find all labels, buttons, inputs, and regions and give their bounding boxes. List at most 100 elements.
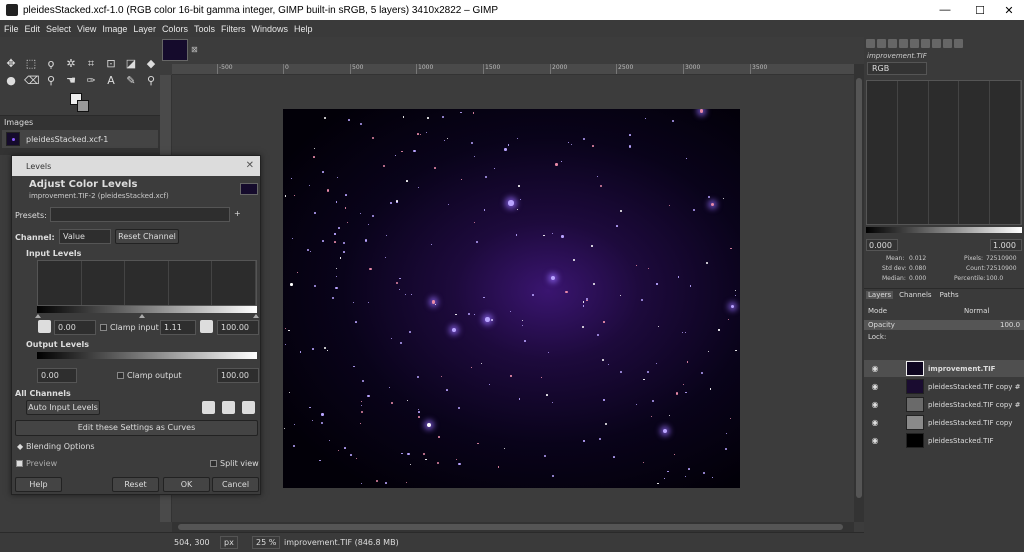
pick-black-point-icon[interactable]	[38, 320, 51, 333]
input-low-handle[interactable]	[35, 314, 41, 318]
histogram-channel-select[interactable]: RGB	[867, 62, 927, 75]
horizontal-scrollbar[interactable]	[172, 522, 854, 532]
opacity-slider[interactable]: Opacity 100.0	[864, 320, 1024, 330]
rect-select-tool-icon[interactable]: ⬚	[24, 57, 38, 71]
clone-tool-icon[interactable]: ⚲	[44, 74, 58, 88]
visibility-eye-icon[interactable]: ◉	[868, 364, 882, 373]
move-tool-icon[interactable]: ✥	[4, 57, 18, 71]
auto-input-levels-button[interactable]: Auto Input Levels	[26, 400, 100, 415]
visibility-eye-icon[interactable]: ◉	[868, 436, 882, 445]
pick-black-all-icon[interactable]	[202, 401, 215, 414]
vertical-scrollbar[interactable]	[854, 64, 864, 522]
menu-tools[interactable]: Tools	[194, 24, 215, 34]
menu-edit[interactable]: Edit	[25, 24, 41, 34]
horizontal-scrollbar-thumb[interactable]	[178, 524, 843, 530]
edit-as-curves-button[interactable]: Edit these Settings as Curves	[15, 420, 258, 436]
brushes-tab-icon[interactable]	[910, 39, 919, 48]
maximize-button[interactable]: ☐	[965, 0, 995, 20]
image-list-item[interactable]: pleidesStacked.xcf-1	[2, 130, 158, 148]
mode-select[interactable]: Normal	[964, 307, 989, 315]
transform-tool-icon[interactable]: ⊡	[104, 57, 118, 71]
layer-row[interactable]: ◉ improvement.TIF	[864, 360, 1024, 377]
pick-white-all-icon[interactable]	[242, 401, 255, 414]
menu-view[interactable]: View	[77, 24, 96, 34]
clamp-input-checkbox[interactable]	[100, 324, 107, 331]
pick-gray-all-icon[interactable]	[222, 401, 235, 414]
help-button[interactable]: Help	[15, 477, 62, 492]
blending-options-label[interactable]: Blending Options	[26, 442, 95, 451]
zoom-tool-icon[interactable]: ⚲	[144, 74, 158, 88]
tab-paths[interactable]: Paths	[938, 291, 961, 299]
paintbrush-tool-icon[interactable]: ●	[4, 74, 18, 88]
undo-history-tab-icon[interactable]	[888, 39, 897, 48]
image-tab[interactable]	[162, 39, 188, 61]
gamma-field[interactable]: 1.11	[160, 320, 196, 335]
color-picker-tool-icon[interactable]: ✎	[124, 74, 138, 88]
fonts-tab-icon[interactable]	[932, 39, 941, 48]
ok-button[interactable]: OK	[163, 477, 210, 492]
input-gamma-handle[interactable]	[139, 314, 145, 318]
menu-filters[interactable]: Filters	[221, 24, 246, 34]
minimize-button[interactable]: —	[930, 0, 960, 20]
menu-help[interactable]: Help	[294, 24, 313, 34]
histogram-low-input[interactable]: 0.000	[866, 239, 898, 251]
layer-row[interactable]: ◉ pleidesStacked.TIF	[864, 432, 1024, 449]
input-high-handle[interactable]	[253, 314, 259, 318]
paths-tool-icon[interactable]: ✑	[84, 74, 98, 88]
crop-tool-icon[interactable]: ⌗	[84, 57, 98, 71]
cancel-button[interactable]: Cancel	[212, 477, 259, 492]
input-low-field[interactable]: 0.00	[54, 320, 96, 335]
tab-channels[interactable]: Channels	[897, 291, 933, 299]
vertical-scrollbar-thumb[interactable]	[856, 78, 862, 498]
device-status-tab-icon[interactable]	[877, 39, 886, 48]
split-view-checkbox[interactable]	[210, 460, 217, 467]
menu-select[interactable]: Select	[46, 24, 71, 34]
image-tab-close-icon[interactable]: ⊠	[191, 45, 198, 54]
images-tab[interactable]: Images	[4, 118, 33, 128]
smudge-tool-icon[interactable]: ☚	[64, 74, 78, 88]
presets-select[interactable]	[50, 207, 230, 222]
pick-white-point-icon[interactable]	[200, 320, 213, 333]
unit-select[interactable]: px	[220, 536, 238, 549]
text-tool-icon[interactable]: A	[104, 74, 118, 88]
blending-options-toggle-icon[interactable]: ◆	[17, 442, 23, 451]
fuzzy-select-tool-icon[interactable]: ✲	[64, 57, 78, 71]
visibility-eye-icon[interactable]: ◉	[868, 400, 882, 409]
tab-layers[interactable]: Layers	[866, 291, 894, 299]
layer-row[interactable]: ◉ pleidesStacked.TIF copy #	[864, 378, 1024, 395]
reset-channel-button[interactable]: Reset Channel	[115, 229, 179, 244]
close-window-button[interactable]: ✕	[994, 0, 1024, 20]
menu-colors[interactable]: Colors	[162, 24, 188, 34]
output-high-field[interactable]: 100.00	[217, 368, 259, 383]
pleiades-image[interactable]	[283, 109, 740, 488]
lasso-tool-icon[interactable]: ϙ	[44, 57, 58, 71]
clamp-output-checkbox[interactable]	[117, 372, 124, 379]
menu-layer[interactable]: Layer	[133, 24, 156, 34]
background-color-swatch[interactable]	[77, 100, 89, 112]
visibility-eye-icon[interactable]: ◉	[868, 382, 882, 391]
add-preset-icon[interactable]: +	[234, 209, 241, 218]
reset-button[interactable]: Reset	[112, 477, 159, 492]
images-tab-icon[interactable]	[899, 39, 908, 48]
menu-windows[interactable]: Windows	[251, 24, 288, 34]
layer-row[interactable]: ◉ pleidesStacked.TIF copy	[864, 414, 1024, 431]
menu-file[interactable]: File	[4, 24, 19, 34]
histogram-high-input[interactable]: 1.000	[990, 239, 1022, 251]
levels-close-icon[interactable]: ✕	[246, 160, 254, 171]
input-high-field[interactable]: 100.00	[217, 320, 259, 335]
warp-tool-icon[interactable]: ◪	[124, 57, 138, 71]
layer-row[interactable]: ◉ pleidesStacked.TIF copy #	[864, 396, 1024, 413]
patterns-tab-icon[interactable]	[921, 39, 930, 48]
visibility-eye-icon[interactable]: ◉	[868, 418, 882, 427]
menu-image[interactable]: Image	[102, 24, 127, 34]
document-tab-icon[interactable]	[954, 39, 963, 48]
bucket-fill-tool-icon[interactable]: ◆	[144, 57, 158, 71]
preview-checkbox[interactable]	[16, 460, 23, 467]
channel-select[interactable]: Value	[59, 229, 111, 244]
tool-options-tab-icon[interactable]	[866, 39, 875, 48]
output-low-field[interactable]: 0.00	[37, 368, 77, 383]
horizontal-ruler[interactable]: -500 0 500 1000 1500 2000 2500 3000 3500	[172, 64, 854, 75]
histogram-tab-icon[interactable]	[943, 39, 952, 48]
eraser-tool-icon[interactable]: ⌫	[24, 74, 40, 88]
zoom-select[interactable]: 25 %	[252, 536, 281, 549]
